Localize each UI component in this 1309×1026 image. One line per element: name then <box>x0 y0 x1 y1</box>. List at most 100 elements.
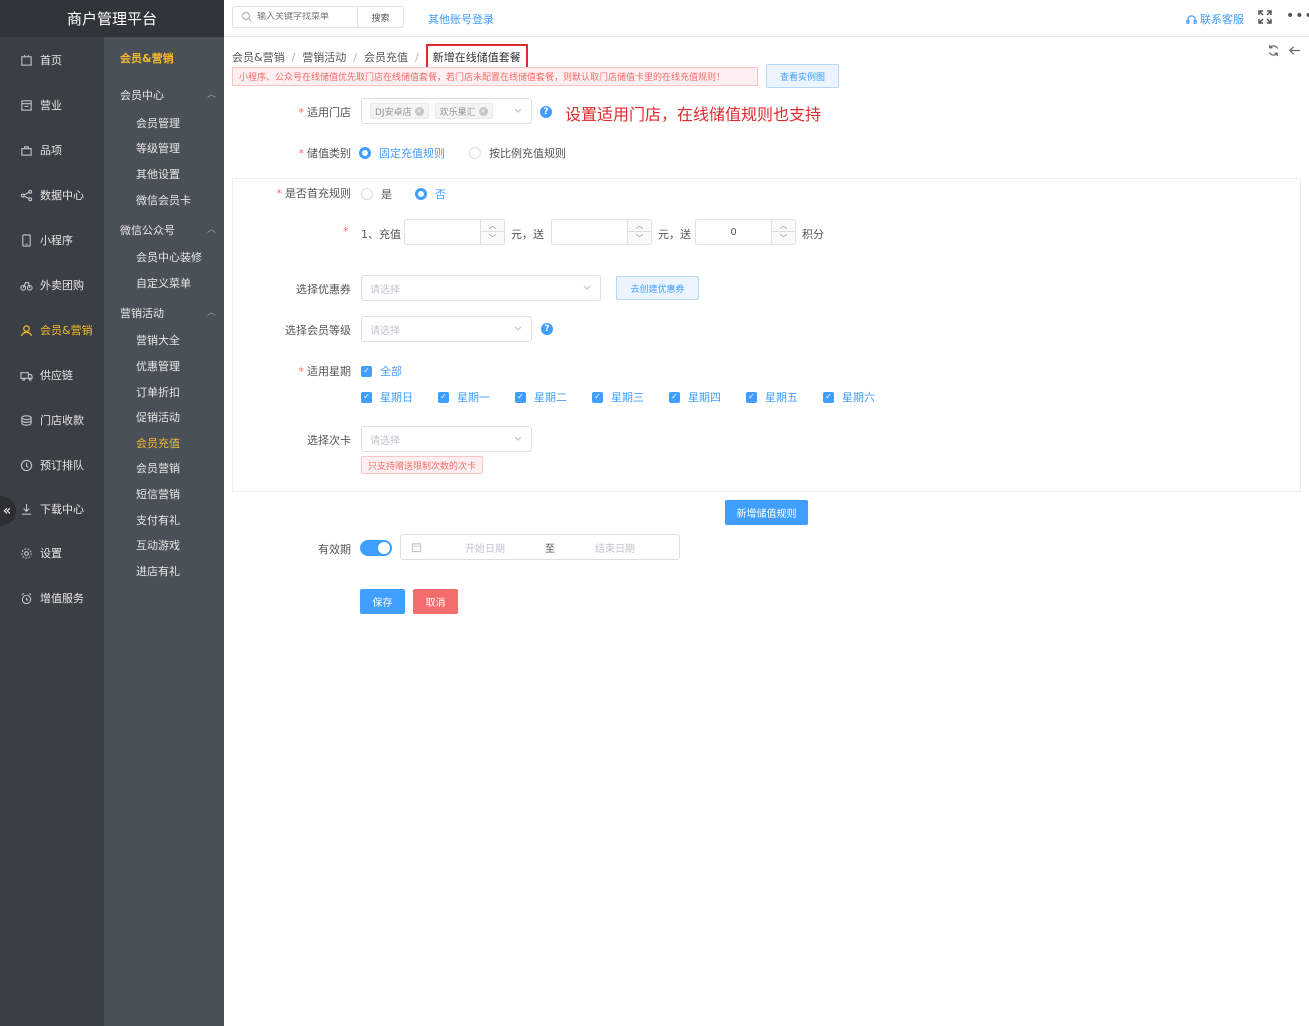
checkbox-friday[interactable]: ✓ 星期五 <box>746 389 798 405</box>
stepper: ︿ ﹀ <box>627 220 651 244</box>
sidebar-item-supply-chain[interactable]: 供应链 <box>0 363 104 387</box>
start-date-input[interactable]: 开始日期 <box>430 540 540 555</box>
other-account-login-link[interactable]: 其他账号登录 <box>428 11 494 27</box>
add-rule-button[interactable]: 新增储值规则 <box>725 500 808 525</box>
subnav-item-payment-gift[interactable]: 支付有礼 <box>136 512 180 528</box>
sidebar-item-value-added[interactable]: 增值服务 <box>0 586 104 610</box>
stepper-down-icon[interactable]: ﹀ <box>772 232 795 244</box>
breadcrumb-item[interactable]: 会员&营销 <box>232 49 285 65</box>
stepper-up-icon[interactable]: ︿ <box>772 220 795 232</box>
breadcrumb-item[interactable]: 会员充值 <box>364 49 408 65</box>
subnav-item-member-management[interactable]: 会员管理 <box>136 115 180 131</box>
top-bar: 搜索 其他账号登录 联系客服 ••• <box>224 0 1309 37</box>
save-button[interactable]: 保存 <box>360 589 405 614</box>
points-input[interactable]: 0 ︿ ﹀ <box>695 219 796 245</box>
subnav-item-level-management[interactable]: 等级管理 <box>136 140 180 156</box>
sidebar-item-reservation[interactable]: 预订排队 <box>0 453 104 477</box>
sidebar-item-products[interactable]: 品项 <box>0 138 104 162</box>
back-arrow-icon[interactable] <box>1288 44 1301 57</box>
checkbox-monday[interactable]: ✓ 星期一 <box>438 389 490 405</box>
subnav-group-label: 会员中心 <box>120 89 164 102</box>
subnav-group-member-center[interactable]: 会员中心 ︿ <box>120 87 216 103</box>
subnav-item-custom-menu[interactable]: 自定义菜单 <box>136 275 191 291</box>
app-title: 商户管理平台 <box>0 0 224 37</box>
sidebar-item-member-marketing[interactable]: 会员&营销 <box>0 318 104 342</box>
member-level-select[interactable]: 请选择 <box>361 316 532 342</box>
sidebar-item-label: 门店收款 <box>40 414 84 427</box>
subnav-group-marketing[interactable]: 营销活动 ︿ <box>120 305 216 321</box>
radio-fixed-rule[interactable]: 固定充值规则 <box>359 145 445 161</box>
sidebar-item-home[interactable]: 首页 <box>0 48 104 72</box>
checkbox-sunday[interactable]: ✓ 星期日 <box>361 389 413 405</box>
subnav-item-member-recharge[interactable]: 会员充值 <box>136 435 180 451</box>
radio-label: 是 <box>381 188 392 201</box>
checkbox-saturday[interactable]: ✓ 星期六 <box>823 389 875 405</box>
help-icon[interactable]: ? <box>540 106 552 118</box>
primary-sidebar: 首页 营业 品项 数据中心 小程序 外卖团购 会员&营销 供应链 门店收款 预订… <box>0 0 104 1026</box>
refresh-icon[interactable] <box>1267 44 1280 57</box>
count-card-select[interactable]: 请选择 <box>361 426 532 452</box>
subnav-item-visit-gift[interactable]: 进店有礼 <box>136 563 180 579</box>
store-tag: DJ安卓店 × <box>370 103 429 119</box>
close-icon[interactable]: × <box>478 106 488 116</box>
radio-ratio-rule[interactable]: 按比例充值规则 <box>469 145 566 161</box>
radio-first-yes[interactable]: 是 <box>361 186 392 202</box>
help-icon[interactable]: ? <box>541 323 553 335</box>
date-range-picker[interactable]: 开始日期 至 结束日期 <box>400 534 680 560</box>
view-example-button[interactable]: 查看实例图 <box>766 64 839 88</box>
create-coupon-button[interactable]: 去创建优惠券 <box>616 276 699 300</box>
subnav-item-marketing-all[interactable]: 营销大全 <box>136 332 180 348</box>
breadcrumb-item[interactable]: 营销活动 <box>302 49 346 65</box>
sidebar-item-data-center[interactable]: 数据中心 <box>0 183 104 207</box>
coupon-select[interactable]: 请选择 <box>361 275 601 301</box>
sidebar-item-delivery[interactable]: 外卖团购 <box>0 273 104 297</box>
subnav-item-interactive-games[interactable]: 互动游戏 <box>136 537 180 553</box>
bike-icon <box>20 279 33 292</box>
sidebar-item-store-payment[interactable]: 门店收款 <box>0 408 104 432</box>
subnav-item-promotion[interactable]: 促销活动 <box>136 409 180 425</box>
cancel-button[interactable]: 取消 <box>413 589 458 614</box>
radio-first-no[interactable]: 否 <box>415 186 446 202</box>
select-placeholder: 请选择 <box>370 284 400 296</box>
subnav-item-discount-management[interactable]: 优惠管理 <box>136 358 180 374</box>
more-icon[interactable]: ••• <box>1286 8 1309 24</box>
sidebar-item-miniprogram[interactable]: 小程序 <box>0 228 104 252</box>
gift-amount-input[interactable]: ︿ ﹀ <box>551 219 652 245</box>
share-icon <box>20 189 33 202</box>
search-input[interactable] <box>257 12 347 22</box>
close-icon[interactable]: × <box>414 106 424 116</box>
sidebar-item-business[interactable]: 营业 <box>0 93 104 117</box>
end-date-input[interactable]: 结束日期 <box>560 540 670 555</box>
fullscreen-icon[interactable] <box>1258 10 1272 24</box>
subnav-item-center-decoration[interactable]: 会员中心装修 <box>136 249 202 265</box>
subnav-group-wechat[interactable]: 微信公众号 ︿ <box>120 222 216 238</box>
chevron-down-icon <box>514 108 522 113</box>
subnav-group-label: 营销活动 <box>120 307 164 320</box>
sidebar-item-settings[interactable]: 设置 <box>0 541 104 565</box>
service-label: 联系客服 <box>1200 13 1244 26</box>
contact-service-link[interactable]: 联系客服 <box>1186 11 1244 27</box>
check-icon: ✓ <box>746 391 757 403</box>
checkbox-thursday[interactable]: ✓ 星期四 <box>669 389 721 405</box>
subnav-item-sms-marketing[interactable]: 短信营销 <box>136 486 180 502</box>
checkbox-tuesday[interactable]: ✓ 星期二 <box>515 389 567 405</box>
subnav-item-member-marketing[interactable]: 会员营销 <box>136 460 180 476</box>
subnav-item-wechat-card[interactable]: 微信会员卡 <box>136 192 191 208</box>
stepper-down-icon[interactable]: ﹀ <box>628 232 651 244</box>
recharge-amount-input[interactable]: ︿ ﹀ <box>404 219 505 245</box>
checkbox-wednesday[interactable]: ✓ 星期三 <box>592 389 644 405</box>
subnav-item-other-settings[interactable]: 其他设置 <box>136 166 180 182</box>
stepper-up-icon[interactable]: ︿ <box>481 220 504 232</box>
stores-select[interactable]: DJ安卓店 × 欢乐果汇 × <box>361 98 532 124</box>
subnav-item-order-discount[interactable]: 订单折扣 <box>136 384 180 400</box>
yuan-send-text: 元，送 <box>658 228 691 241</box>
check-icon: ✓ <box>361 391 372 403</box>
stepper-down-icon[interactable]: ﹀ <box>481 232 504 244</box>
stepper-up-icon[interactable]: ︿ <box>628 220 651 232</box>
checkbox-all[interactable]: ✓ 全部 <box>361 363 402 379</box>
required-asterisk: * <box>298 365 305 378</box>
type-label-text: 储值类别 <box>307 147 351 160</box>
range-separator: 至 <box>545 543 555 555</box>
validity-toggle[interactable] <box>360 540 392 556</box>
search-button[interactable]: 搜索 <box>357 7 403 27</box>
